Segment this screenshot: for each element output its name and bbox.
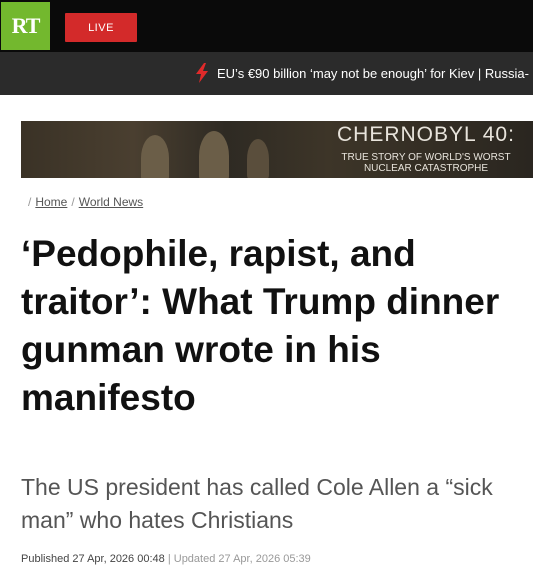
breadcrumb-separator: / xyxy=(71,195,75,209)
banner-figure xyxy=(199,131,229,178)
article-meta: Published 27 Apr, 2026 00:48 | Updated 2… xyxy=(21,553,311,565)
breadcrumb-home-link[interactable]: Home xyxy=(35,195,67,209)
banner-figure xyxy=(247,139,269,178)
banner-subtitle: TRUE STORY OF WORLD'S WORST NUCLEAR CATA… xyxy=(341,152,511,174)
breadcrumb-world-news-link[interactable]: World News xyxy=(79,195,143,209)
published-label: Published xyxy=(21,553,70,565)
banner-figure xyxy=(141,135,169,178)
breadcrumb-separator: / xyxy=(28,195,32,209)
ticker-text[interactable]: EU’s €90 billion ‘may not be enough’ for… xyxy=(217,66,529,81)
rt-logo[interactable]: RT xyxy=(1,2,50,50)
top-bar: RT LIVE xyxy=(0,0,533,52)
banner-title: CHERNOBYL 40: xyxy=(337,123,515,146)
article-summary: The US president has called Cole Allen a… xyxy=(21,474,493,533)
breadcrumb: / Home / World News xyxy=(24,195,143,209)
chernobyl-banner[interactable]: CHERNOBYL 40: TRUE STORY OF WORLD'S WORS… xyxy=(21,121,533,178)
published-date: 27 Apr, 2026 00:48 xyxy=(72,553,165,565)
news-ticker[interactable]: EU’s €90 billion ‘may not be enough’ for… xyxy=(0,52,533,95)
logo-text: RT xyxy=(11,13,41,38)
lightning-icon xyxy=(196,63,208,83)
article-headline: ‘Pedophile, rapist, and traitor’: What T… xyxy=(21,233,500,418)
updated-label: Updated xyxy=(173,553,216,565)
live-button[interactable]: LIVE xyxy=(65,13,137,42)
updated-date: 27 Apr, 2026 05:39 xyxy=(218,553,311,565)
